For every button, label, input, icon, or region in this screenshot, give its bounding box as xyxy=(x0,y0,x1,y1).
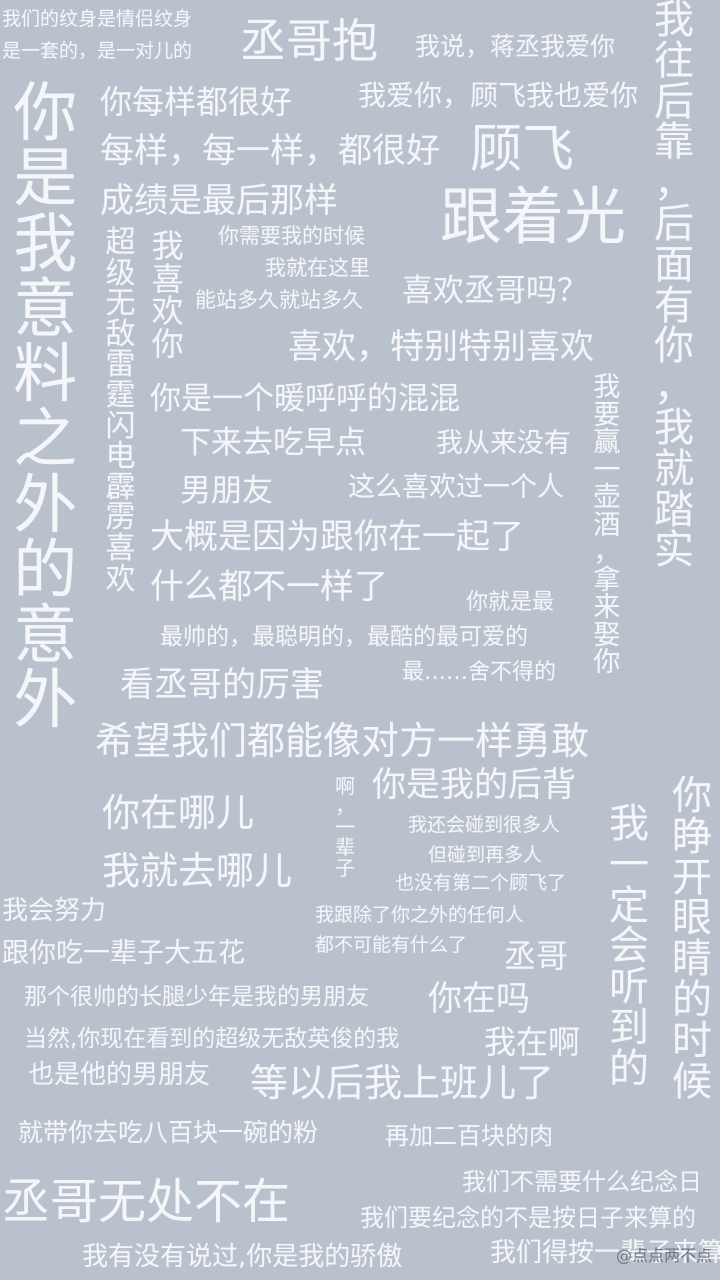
phrase-38: 丞哥 xyxy=(504,937,569,975)
phrase-47: 我们不需要什么纪念日 xyxy=(462,1168,702,1196)
phrase-18: 我从来没有 xyxy=(436,428,571,459)
phrase-1: 我们的纹身是情侣纹身 xyxy=(2,8,193,30)
vertical-phrase-4: 我往后靠，后面有你，我就踏实 xyxy=(654,0,694,574)
phrase-21: 大概是因为跟你在一起了 xyxy=(150,517,524,557)
phrase-12: 我就在这里 xyxy=(265,256,370,280)
phrase-4: 我说，蒋丞我爱你 xyxy=(415,32,616,61)
phrase-34: 我会努力 xyxy=(2,896,107,926)
phrase-20: 这么喜欢过一个人 xyxy=(348,472,564,503)
phrase-23: 你就是最 xyxy=(466,590,555,615)
phrase-45: 就带你去吃八百块一碗的粉 xyxy=(18,1118,319,1147)
phrase-7: 每样，每一样，都很好 xyxy=(100,131,440,171)
phrase-11: 你需要我的时候 xyxy=(218,224,365,248)
phrase-14: 喜欢丞哥吗？ xyxy=(402,273,588,309)
phrase-39: 那个很帅的长腿少年是我的男朋友 xyxy=(24,984,369,1010)
vertical-phrase-1: 你是我意料之外的意外 xyxy=(13,77,78,739)
vertical-phrase-2: 超级无敌雷霆闪电霹雳喜欢 xyxy=(105,225,136,597)
phrase-25: 看丞哥的厉害 xyxy=(120,665,324,705)
phrase-48: 丞哥无处不在 xyxy=(2,1174,291,1230)
phrase-32: 我就去哪儿 xyxy=(102,849,293,893)
phrase-24: 最帅的，最聪明的，最酷的最可爱的 xyxy=(160,624,528,650)
phrase-16: 你是一个暖呼呼的混混 xyxy=(150,381,460,417)
phrase-3: 丞哥抱 xyxy=(240,14,378,68)
phrase-50: 我有没有说过,你是我的骄傲 xyxy=(82,1242,403,1272)
phrase-13: 能站多久就站多久 xyxy=(195,288,363,312)
phrase-42: 我在啊 xyxy=(484,1023,581,1061)
phrase-15: 喜欢，特别特别喜欢 xyxy=(288,327,594,367)
phrase-26: 最……舍不得的 xyxy=(402,660,557,685)
phrase-19: 男朋友 xyxy=(180,473,273,509)
phrase-31: 但碰到再多人 xyxy=(428,844,543,866)
phrase-10: 跟着光 xyxy=(440,180,627,253)
phrase-44: 等以后我上班儿了 xyxy=(250,1061,555,1105)
phrase-30: 我还会碰到很多人 xyxy=(408,814,561,836)
vertical-phrase-6: 啊，一辈子 xyxy=(335,774,355,880)
phrase-49: 我们要纪念的不是按日子来算的 xyxy=(360,1204,696,1232)
watermark: @点点两不点 xyxy=(615,1246,712,1265)
phrase-27: 希望我们都能像对方一样勇敢 xyxy=(95,719,590,763)
phrase-6: 我爱你，顾飞我也爱你 xyxy=(358,79,639,112)
vertical-phrase-7: 我一定会听到的 xyxy=(609,801,649,1092)
phrase-43: 也是他的男朋友 xyxy=(28,1060,211,1090)
phrase-37: 跟你吃一辈子大五花 xyxy=(2,938,245,969)
phrase-35: 我跟除了你之外的任何人 xyxy=(315,904,525,926)
phrase-29: 你在哪儿 xyxy=(102,791,255,835)
phrase-5: 你每样都很好 xyxy=(100,83,293,121)
phrase-9: 成绩是最后那样 xyxy=(100,181,338,221)
vertical-phrase-3: 我喜欢你 xyxy=(151,227,184,363)
phrase-28: 你是我的后背 xyxy=(372,765,576,805)
vertical-phrase-5: 我要赢一壶酒，拿来娶你 xyxy=(593,372,621,679)
phrase-2: 是一套的，是一对儿的 xyxy=(2,40,193,62)
phrase-22: 什么都不一样了 xyxy=(150,567,388,607)
phrase-41: 当然,你现在看到的超级无敌英俊的我 xyxy=(24,1026,400,1052)
phrase-8: 顾飞 xyxy=(470,120,575,180)
phrase-33: 也没有第二个顾飞了 xyxy=(395,872,567,894)
phrase-36: 都不可能有什么了 xyxy=(315,934,468,956)
text-collage-wallpaper: 我们的纹身是情侣纹身 是一套的，是一对儿的 丞哥抱 我说，蒋丞我爱你你每样都很好 我爱你… xyxy=(0,0,720,1280)
phrase-46: 再加二百块的肉 xyxy=(385,1122,553,1150)
phrase-40: 你在吗 xyxy=(428,979,530,1019)
phrase-17: 下来去吃早点 xyxy=(180,425,366,461)
vertical-phrase-8: 你睁开眼睛的时候 xyxy=(672,773,712,1105)
